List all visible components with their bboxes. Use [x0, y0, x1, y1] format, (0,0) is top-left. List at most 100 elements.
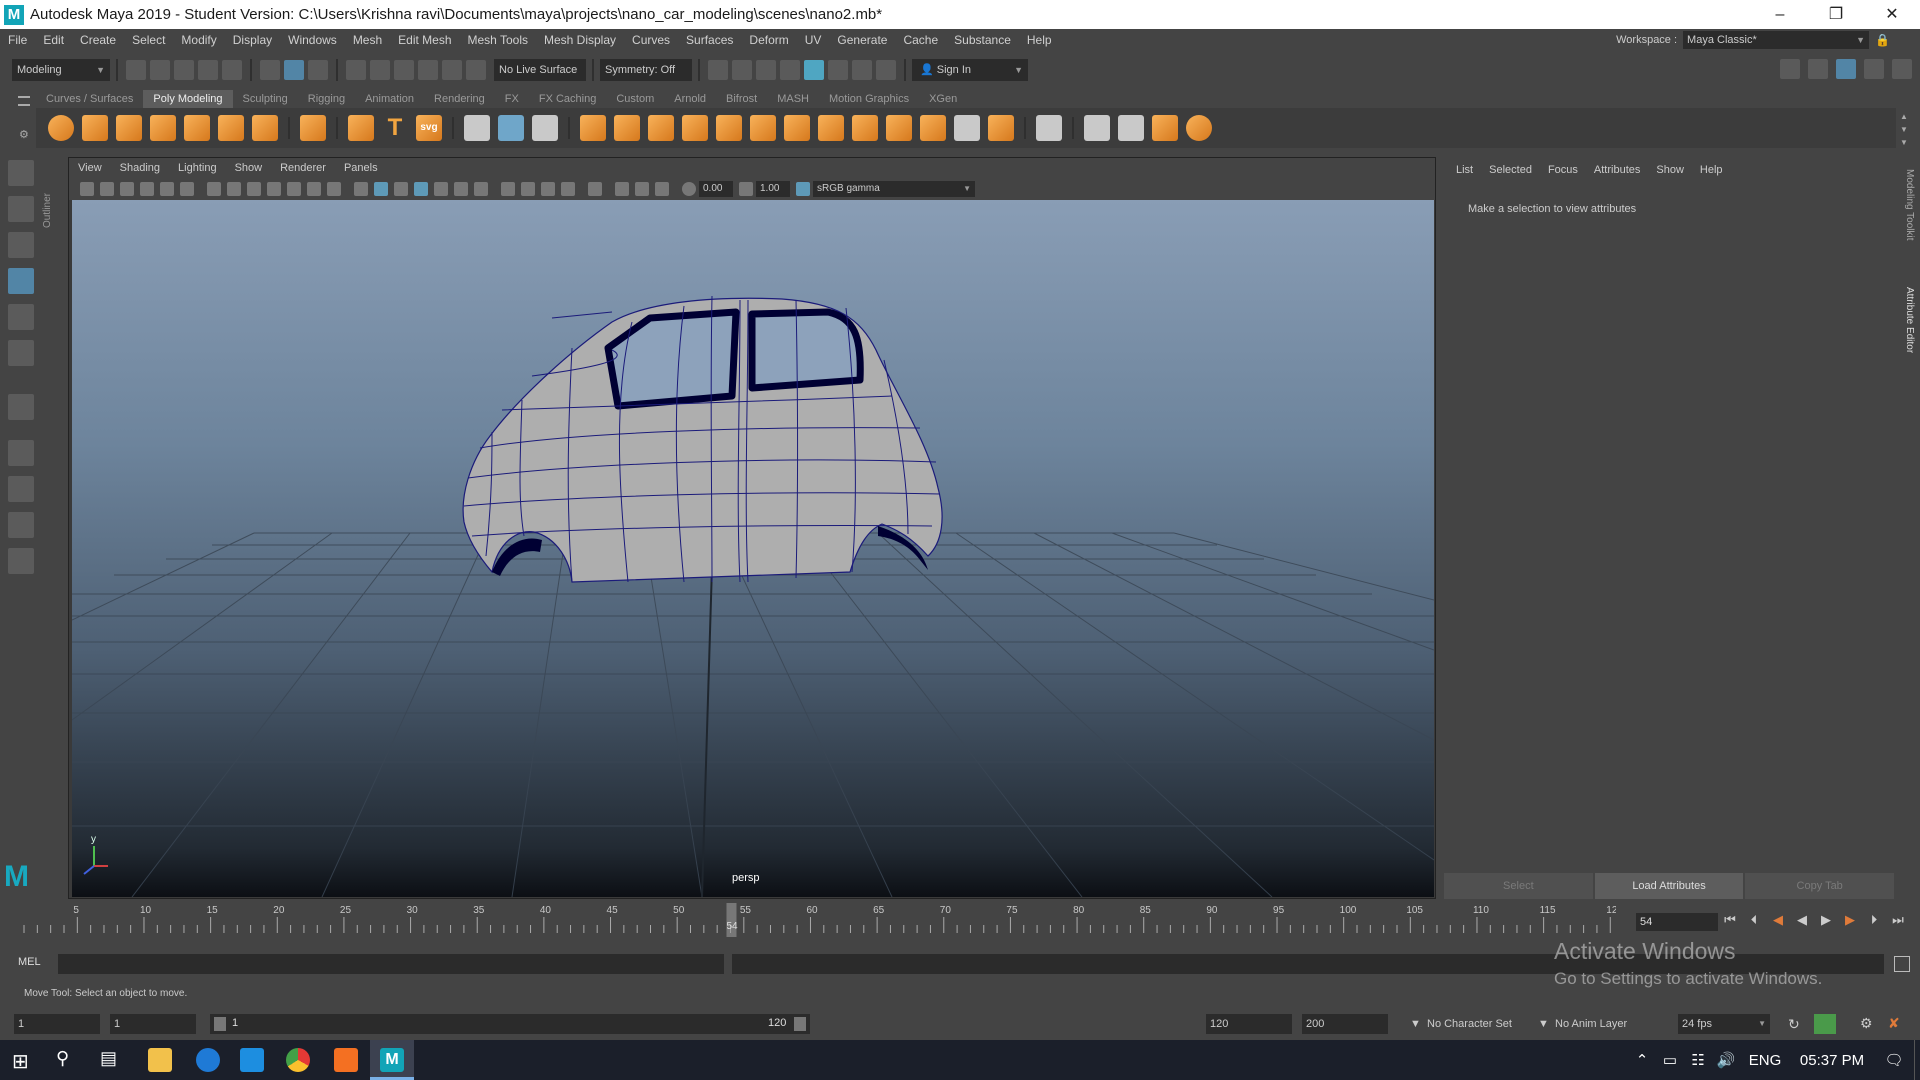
poly-cone-icon[interactable] [150, 115, 176, 141]
resolution-gate-icon[interactable] [247, 182, 261, 196]
default-material-icon[interactable] [394, 182, 408, 196]
menu-help[interactable]: Help [1019, 33, 1060, 47]
quad-draw-icon[interactable] [988, 115, 1014, 141]
shelf-tab-bifrost[interactable]: Bifrost [716, 90, 767, 108]
select-camera-icon[interactable] [80, 182, 94, 196]
ae-menu-list[interactable]: List [1448, 164, 1481, 176]
2d-pan-zoom-icon[interactable] [180, 182, 194, 196]
gamma-field[interactable]: 1.00 [756, 181, 790, 197]
script-node-icon[interactable]: ✘ [1888, 1015, 1900, 1032]
mirror-icon[interactable] [818, 115, 844, 141]
color-space-dropdown[interactable]: sRGB gamma ▼ [813, 181, 975, 197]
platonic-solid-icon[interactable] [300, 115, 326, 141]
super-shape-icon[interactable] [348, 115, 374, 141]
menu-create[interactable]: Create [72, 33, 124, 47]
go-to-start-icon[interactable]: ⏮ [1722, 912, 1738, 928]
shelf-menu-icon[interactable] [18, 96, 30, 106]
panel-menu-show[interactable]: Show [226, 162, 272, 174]
show-hidden-icons-icon[interactable]: ⌃ [1628, 1051, 1656, 1069]
bridge-icon[interactable] [614, 115, 640, 141]
snap-projected-icon[interactable] [418, 59, 438, 80]
four-view-layout-icon[interactable] [8, 476, 34, 502]
menu-deform[interactable]: Deform [741, 33, 796, 47]
snap-live-icon[interactable] [466, 59, 486, 80]
show-desktop-strip[interactable] [1914, 1040, 1920, 1080]
menu-surfaces[interactable]: Surfaces [678, 33, 741, 47]
menu-modify[interactable]: Modify [173, 33, 224, 47]
type-tool-icon[interactable]: T [382, 115, 408, 141]
shadows-icon[interactable] [474, 182, 488, 196]
fps-dropdown[interactable]: 24 fps ▼ [1678, 1014, 1770, 1034]
live-surface-field[interactable]: No Live Surface [494, 58, 586, 81]
scale-tool-icon[interactable] [8, 340, 34, 366]
minimize-icon[interactable]: – [1752, 0, 1808, 29]
poly-plane-icon[interactable] [218, 115, 244, 141]
target-weld-icon[interactable] [920, 115, 946, 141]
panel-menu-panels[interactable]: Panels [335, 162, 387, 174]
film-gate-icon[interactable] [227, 182, 241, 196]
mel-label[interactable]: MEL [18, 956, 41, 968]
chrome-icon[interactable] [286, 1048, 310, 1072]
language-indicator[interactable]: ENG [1740, 1052, 1790, 1069]
shelf-tab-custom[interactable]: Custom [606, 90, 664, 108]
shelf-tab-curves-surfaces[interactable]: Curves / Surfaces [36, 90, 143, 108]
ae-select-button[interactable]: Select [1444, 873, 1593, 899]
menu-curves[interactable]: Curves [624, 33, 678, 47]
menu-mesh[interactable]: Mesh [345, 33, 390, 47]
anti-aliasing-icon[interactable] [541, 182, 555, 196]
shelf-tab-mash[interactable]: MASH [767, 90, 819, 108]
multi-cut-icon[interactable] [886, 115, 912, 141]
render-view-icon[interactable] [708, 59, 728, 80]
tool-settings-icon[interactable] [1864, 59, 1884, 79]
isolate-select-icon[interactable] [588, 182, 602, 196]
menu-mesh-tools[interactable]: Mesh Tools [460, 33, 536, 47]
wifi-icon[interactable]: ☷ [1684, 1051, 1712, 1069]
poly-disc-icon[interactable] [252, 115, 278, 141]
menuset-dropdown[interactable]: Modeling ▼ [12, 58, 110, 81]
ae-menu-show[interactable]: Show [1648, 164, 1692, 176]
clock[interactable]: 05:37 PM [1790, 1052, 1874, 1069]
camera-attributes-icon[interactable] [100, 182, 114, 196]
workspace-dropdown[interactable]: Maya Classic* ▼ [1683, 31, 1870, 49]
two-pane-layout-icon[interactable] [8, 512, 34, 538]
attribute-editor-tab[interactable]: Attribute Editor [1904, 287, 1915, 353]
xray-active-icon[interactable] [635, 182, 649, 196]
edit-edge-flow-icon[interactable] [1036, 115, 1062, 141]
safe-action-icon[interactable] [307, 182, 321, 196]
cylindrical-mapping-icon[interactable] [1186, 115, 1212, 141]
current-frame-field[interactable]: 54 [1636, 913, 1718, 931]
sign-in-dropdown[interactable]: 👤 Sign In ▼ [912, 58, 1028, 81]
mel-input[interactable] [58, 954, 724, 974]
menu-file[interactable]: File [0, 33, 35, 47]
go-to-end-icon[interactable]: ⏭ [1890, 912, 1906, 928]
attribute-editor-icon[interactable] [1836, 59, 1856, 79]
svg-tool-icon[interactable]: svg [416, 115, 442, 141]
vscode-icon[interactable] [240, 1048, 264, 1072]
panel-menu-renderer[interactable]: Renderer [271, 162, 335, 174]
select-component-icon[interactable] [308, 59, 328, 80]
play-backwards-icon[interactable]: ◀ [1794, 912, 1810, 928]
field-chart-icon[interactable] [287, 182, 301, 196]
render-settings-icon[interactable] [780, 59, 800, 80]
battery-icon[interactable]: ▭ [1656, 1051, 1684, 1069]
grid-toggle-icon[interactable] [207, 182, 221, 196]
range-bar-end-handle[interactable] [794, 1017, 806, 1031]
menu-substance[interactable]: Substance [946, 33, 1019, 47]
menu-mesh-display[interactable]: Mesh Display [536, 33, 624, 47]
motion-blur-icon[interactable] [521, 182, 535, 196]
symmetry-dropdown[interactable]: Symmetry: Off [600, 58, 692, 81]
file-explorer-icon[interactable] [148, 1048, 172, 1072]
rotate-tool-icon[interactable] [8, 304, 34, 330]
connect-icon[interactable] [954, 115, 980, 141]
animation-end-field[interactable]: 200 [1302, 1014, 1388, 1034]
script-editor-icon[interactable] [1894, 956, 1910, 972]
last-tool-icon[interactable] [8, 394, 34, 420]
bevel-icon[interactable] [648, 115, 674, 141]
paint-select-icon[interactable] [8, 232, 34, 258]
render-frame-icon[interactable] [732, 59, 752, 80]
wireframe-on-shaded-icon[interactable] [414, 182, 428, 196]
shelf-scroll[interactable]: ▲ ▼ ▼ [1900, 110, 1908, 149]
edge-icon[interactable] [196, 1048, 220, 1072]
human-ik-icon[interactable] [1808, 59, 1828, 79]
redo-icon[interactable] [222, 59, 242, 80]
